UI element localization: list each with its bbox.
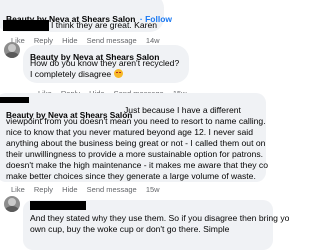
- send-message-link[interactable]: Send message: [87, 36, 137, 45]
- avatar[interactable]: [4, 42, 20, 58]
- comment-actions: Like Reply Hide Send message 14w: [11, 36, 160, 45]
- comment-actions: Like Reply Hide Send message 15w: [11, 185, 160, 194]
- send-message-link[interactable]: Send message: [87, 185, 137, 194]
- redacted-name: [30, 201, 86, 210]
- comment-text: How do you know they aren't recycled?: [30, 58, 180, 68]
- comment-text: make better choices since they generate …: [6, 171, 256, 181]
- avatar[interactable]: [4, 196, 20, 212]
- comment-text: doesn't make the high maintenance - it m…: [6, 160, 268, 170]
- hide-link[interactable]: Hide: [62, 36, 77, 45]
- timestamp[interactable]: 15w: [146, 185, 160, 194]
- comment-text: I completely disagree: [30, 69, 123, 80]
- reply-link[interactable]: Reply: [34, 185, 53, 194]
- comment-text: anything about the business being great …: [6, 138, 266, 148]
- reply-link[interactable]: Reply: [34, 36, 53, 45]
- comment-text: Just because I have a different: [124, 105, 241, 115]
- hide-link[interactable]: Hide: [62, 185, 77, 194]
- comment-text: I think they are great. Karen: [51, 20, 158, 30]
- angry-face-icon: [113, 69, 123, 78]
- timestamp[interactable]: 14w: [146, 36, 160, 45]
- comment-text: nice to know that you never matured beyo…: [6, 127, 253, 137]
- like-link[interactable]: Like: [11, 185, 25, 194]
- comment-text: their unwillingness to provide a more su…: [6, 149, 264, 159]
- redacted-name: [3, 20, 49, 31]
- comment-text: own cup, buy the woke cup or don't go th…: [30, 224, 230, 234]
- comment-text: viewpoint from you doesn't mean you need…: [6, 116, 266, 126]
- comment-text: And they stated why they use them. So if…: [30, 213, 290, 223]
- redacted-name: [0, 97, 29, 103]
